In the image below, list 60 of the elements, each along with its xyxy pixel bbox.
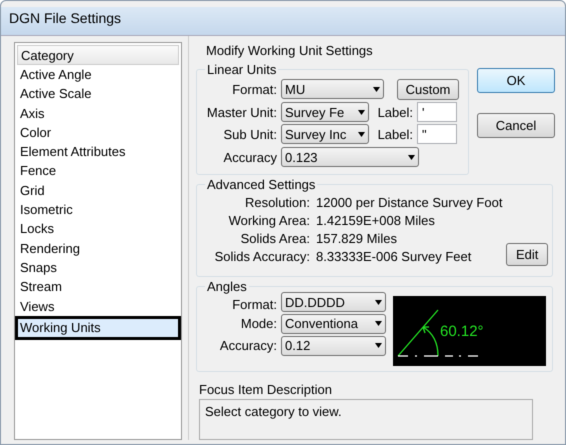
list-item[interactable]: Element Attributes (17, 142, 180, 162)
description-box: Select category to view. (199, 399, 533, 440)
dropdown[interactable]: MU (281, 79, 384, 99)
cancel-button[interactable]: Cancel (477, 113, 555, 138)
group-title: Advanced Settings (205, 177, 318, 192)
field-label: Solids Accuracy: (214, 249, 311, 266)
input-field[interactable]: " (417, 124, 457, 144)
caret-icon (408, 154, 415, 160)
group-title: Angles (205, 279, 249, 294)
dropdown[interactable]: 0.123 (281, 147, 419, 167)
edit-button[interactable]: Edit (506, 243, 548, 266)
field-label: Label: (376, 126, 414, 142)
list-item[interactable]: Active Angle (17, 65, 180, 84)
window-title: DGN File Settings (1, 7, 565, 36)
angle-reading: 60.12° (440, 323, 484, 340)
list-item[interactable]: Locks (17, 219, 180, 239)
dropdown[interactable]: Survey Inc (281, 124, 369, 144)
ok-button[interactable]: OK (477, 68, 555, 93)
list-item[interactable]: Color (17, 122, 180, 142)
field-label: Label: (376, 104, 414, 120)
dropdown[interactable]: Conventiona (281, 314, 386, 334)
field-label: Sub Unit: (222, 126, 278, 142)
field-label: Accuracy: (218, 338, 278, 353)
list-item[interactable]: Active Scale (17, 84, 180, 104)
list-item[interactable]: Working Units (15, 316, 182, 340)
caret-icon (373, 86, 380, 92)
panel-title: Modify Working Unit Settings (206, 43, 374, 58)
caret-icon (358, 132, 365, 136)
caret-icon (375, 321, 382, 326)
field-label: Resolution: (244, 195, 311, 212)
field-label: Format: (231, 82, 278, 96)
field-label: Mode: (240, 316, 278, 331)
field-label: Solids Area: (240, 231, 311, 248)
list-item[interactable]: Axis (17, 104, 180, 123)
column-header[interactable]: Category (17, 45, 180, 65)
list-item[interactable]: Views (17, 296, 180, 316)
field-label: Master Unit: (206, 104, 278, 120)
setting-value: 1.42159E+008 Miles (315, 213, 435, 230)
list-item[interactable]: Rendering (17, 238, 180, 258)
input-field[interactable]: ' (417, 102, 457, 122)
list-item[interactable]: Stream (17, 277, 180, 297)
list-item[interactable]: Grid (17, 180, 180, 200)
dropdown[interactable]: DD.DDDD (281, 292, 386, 312)
field-label: Format: (231, 297, 278, 312)
dropdown[interactable]: Survey Fe (281, 102, 369, 122)
setting-value: 8.33333E-006 Survey Feet (315, 249, 472, 266)
section-title: Focus Item Description (199, 382, 333, 397)
caret-icon (375, 343, 382, 348)
custom-button[interactable]: Custom (397, 78, 459, 100)
caret-icon (358, 110, 365, 114)
dropdown[interactable]: 0.12 (281, 336, 386, 356)
setting-value: 12000 per Distance Survey Foot (315, 195, 502, 212)
list-item[interactable]: Isometric (17, 200, 180, 220)
list-item[interactable]: Snaps (17, 258, 180, 278)
caret-icon (375, 300, 382, 304)
field-label: Accuracy (222, 150, 278, 164)
setting-value: 157.829 Miles (315, 231, 397, 248)
field-label: Working Area: (228, 213, 311, 230)
list-item[interactable]: Fence (17, 161, 180, 181)
group-title: Linear Units (205, 62, 278, 77)
